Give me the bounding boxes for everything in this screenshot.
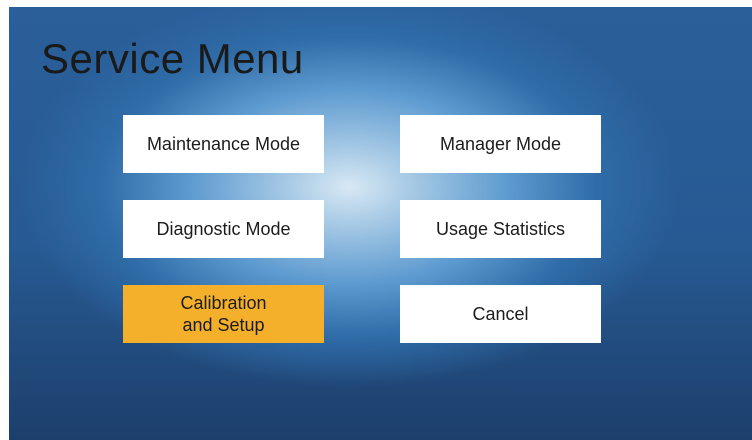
usage-statistics-button[interactable]: Usage Statistics xyxy=(400,200,601,258)
service-menu-screen: Service Menu Maintenance Mode Manager Mo… xyxy=(9,7,752,440)
diagnostic-mode-button[interactable]: Diagnostic Mode xyxy=(123,200,324,258)
calibration-setup-button[interactable]: Calibration and Setup xyxy=(123,285,324,343)
maintenance-mode-button[interactable]: Maintenance Mode xyxy=(123,115,324,173)
cancel-button[interactable]: Cancel xyxy=(400,285,601,343)
page-title: Service Menu xyxy=(41,35,304,82)
manager-mode-button[interactable]: Manager Mode xyxy=(400,115,601,173)
